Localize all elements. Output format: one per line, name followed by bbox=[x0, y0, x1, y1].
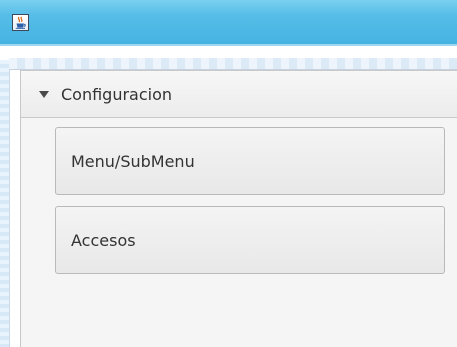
titled-pane-configuracion: Configuracion Menu/SubMenu Accesos bbox=[20, 70, 457, 347]
menu-submenu-button[interactable]: Menu/SubMenu bbox=[55, 127, 445, 195]
frame-left-edge bbox=[0, 60, 9, 347]
pane-header[interactable]: Configuracion bbox=[21, 70, 457, 118]
menu-submenu-label: Menu/SubMenu bbox=[71, 151, 195, 171]
title-bar[interactable] bbox=[0, 0, 457, 44]
app-window: Configuracion Menu/SubMenu Accesos bbox=[0, 0, 457, 347]
accesos-button[interactable]: Accesos bbox=[55, 206, 445, 274]
pane-title: Configuracion bbox=[61, 84, 173, 104]
java-icon[interactable] bbox=[12, 14, 29, 31]
frame-top-edge bbox=[9, 58, 457, 70]
accesos-label: Accesos bbox=[71, 230, 136, 250]
expand-arrow-icon[interactable] bbox=[39, 90, 49, 98]
